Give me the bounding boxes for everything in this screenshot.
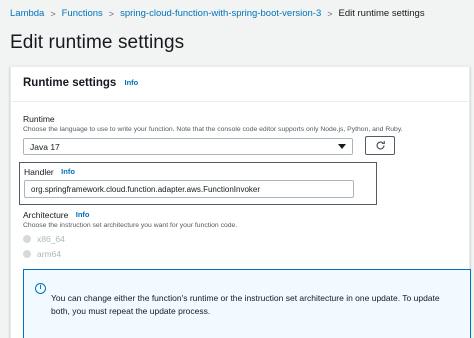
radio-x86-64[interactable]: x86_64 xyxy=(23,234,65,244)
handler-label-text: Handler xyxy=(24,167,54,177)
breadcrumb-function-name[interactable]: spring-cloud-function-with-spring-boot-v… xyxy=(120,8,321,19)
radio-button-icon[interactable] xyxy=(23,250,31,258)
handler-field-group: Handler Info org.springframework.cloud.f… xyxy=(19,162,377,205)
runtime-description: Choose the language to use to write your… xyxy=(23,126,403,133)
caret-down-icon xyxy=(338,144,346,149)
chevron-right-icon: > xyxy=(108,8,115,19)
architecture-description: Choose the instruction set architecture … xyxy=(23,222,238,229)
radio-arm64-label: arm64 xyxy=(37,249,62,259)
architecture-label: Architecture Info xyxy=(23,210,89,220)
info-circle-icon: i xyxy=(35,283,46,294)
radio-arm64[interactable]: arm64 xyxy=(23,249,61,259)
refresh-icon xyxy=(376,141,385,150)
panel-title: Runtime settings Info xyxy=(23,77,138,89)
alert-text: You can change either the function's run… xyxy=(51,293,440,316)
runtime-settings-panel: Runtime settings Info Runtime Choose the… xyxy=(10,66,471,338)
panel-header: Runtime settings Info xyxy=(11,67,469,102)
runtime-settings-info-link[interactable]: Info xyxy=(125,78,139,87)
refresh-runtime-button[interactable] xyxy=(365,136,395,155)
runtime-label: Runtime xyxy=(23,114,55,124)
handler-label: Handler Info xyxy=(24,167,75,177)
breadcrumb-lambda[interactable]: Lambda xyxy=(10,8,44,19)
architecture-label-text: Architecture xyxy=(23,210,69,220)
handler-info-link[interactable]: Info xyxy=(61,167,75,176)
info-alert: i You can change either the function's r… xyxy=(23,269,471,338)
panel-title-text: Runtime settings xyxy=(23,77,117,89)
breadcrumb: Lambda > Functions > spring-cloud-functi… xyxy=(10,8,425,19)
runtime-selected-value: Java 17 xyxy=(30,142,60,152)
radio-x86-64-label: x86_64 xyxy=(37,234,65,244)
chevron-right-icon: > xyxy=(327,8,333,19)
breadcrumb-functions[interactable]: Functions xyxy=(62,8,103,19)
runtime-select[interactable]: Java 17 xyxy=(23,138,353,155)
breadcrumb-current: Edit runtime settings xyxy=(338,8,425,19)
handler-input[interactable]: org.springframework.cloud.function.adapt… xyxy=(24,180,354,198)
radio-button-icon[interactable] xyxy=(23,235,31,243)
architecture-info-link[interactable]: Info xyxy=(76,210,90,219)
page-title: Edit runtime settings xyxy=(10,32,185,53)
chevron-right-icon: > xyxy=(50,8,56,19)
